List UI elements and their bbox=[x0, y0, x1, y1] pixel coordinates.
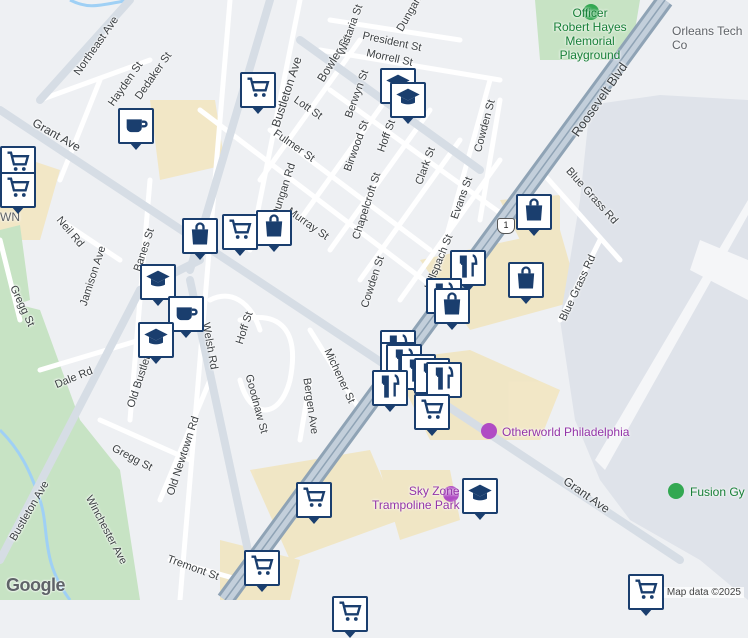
otherworld-label[interactable]: Otherworld Philadelphia bbox=[502, 425, 629, 439]
poi-marker-cart[interactable] bbox=[296, 482, 332, 524]
school-icon bbox=[394, 84, 422, 117]
poi-marker-bag[interactable] bbox=[434, 288, 470, 330]
poi-marker-bag[interactable] bbox=[256, 210, 292, 252]
poi-marker-cart[interactable] bbox=[240, 72, 276, 114]
cafe-icon bbox=[122, 110, 150, 143]
poi-marker-school[interactable] bbox=[390, 82, 426, 124]
poi-marker-bag[interactable] bbox=[516, 194, 552, 236]
cart-icon bbox=[244, 74, 272, 107]
cafe-icon bbox=[172, 298, 200, 331]
cart-icon bbox=[4, 174, 32, 207]
bag-icon bbox=[512, 264, 540, 297]
poi-marker-restaurant[interactable] bbox=[426, 362, 462, 404]
poi-marker-cafe[interactable] bbox=[118, 108, 154, 150]
poi-marker-cart[interactable] bbox=[332, 596, 368, 638]
fusion-label[interactable]: Fusion Gy bbox=[690, 485, 745, 499]
restaurant-icon bbox=[430, 364, 458, 397]
orleans-label[interactable]: Orleans Tech Co bbox=[672, 24, 742, 52]
cart-icon bbox=[300, 484, 328, 517]
cart-icon bbox=[418, 396, 446, 429]
restaurant-icon bbox=[376, 372, 404, 405]
bag-icon bbox=[260, 212, 288, 245]
bag-icon bbox=[520, 196, 548, 229]
poi-marker-restaurant[interactable] bbox=[372, 370, 408, 412]
school-icon bbox=[142, 324, 170, 357]
cart-icon bbox=[336, 598, 364, 631]
cart-icon bbox=[248, 552, 276, 585]
poi-marker-cart[interactable] bbox=[628, 574, 664, 616]
poi-marker-cart[interactable] bbox=[244, 550, 280, 592]
poi-marker-school[interactable] bbox=[138, 322, 174, 364]
skyzone-label[interactable]: Sky Zone Trampoline Park bbox=[372, 484, 460, 512]
playground-label[interactable]: Officer Robert Hayes Memorial Playground bbox=[535, 6, 645, 62]
school-icon bbox=[466, 480, 494, 513]
poi-marker-school[interactable] bbox=[462, 478, 498, 520]
school-icon bbox=[144, 266, 172, 299]
poi-marker-bag[interactable] bbox=[182, 218, 218, 260]
bag-icon bbox=[186, 220, 214, 253]
route-1-shield-icon: 1 bbox=[497, 218, 515, 234]
google-logo: Google bbox=[6, 575, 66, 595]
poi-marker-cart[interactable] bbox=[414, 394, 450, 436]
poi-marker-bag[interactable] bbox=[508, 262, 544, 304]
cart-icon bbox=[632, 576, 660, 609]
bag-icon bbox=[438, 290, 466, 323]
cart-icon bbox=[226, 216, 254, 249]
poi-marker-cart[interactable] bbox=[222, 214, 258, 256]
map-attribution[interactable]: Map data ©2025 bbox=[663, 587, 744, 598]
poi-marker-cart[interactable] bbox=[0, 172, 36, 214]
poi-marker-school[interactable] bbox=[140, 264, 176, 306]
